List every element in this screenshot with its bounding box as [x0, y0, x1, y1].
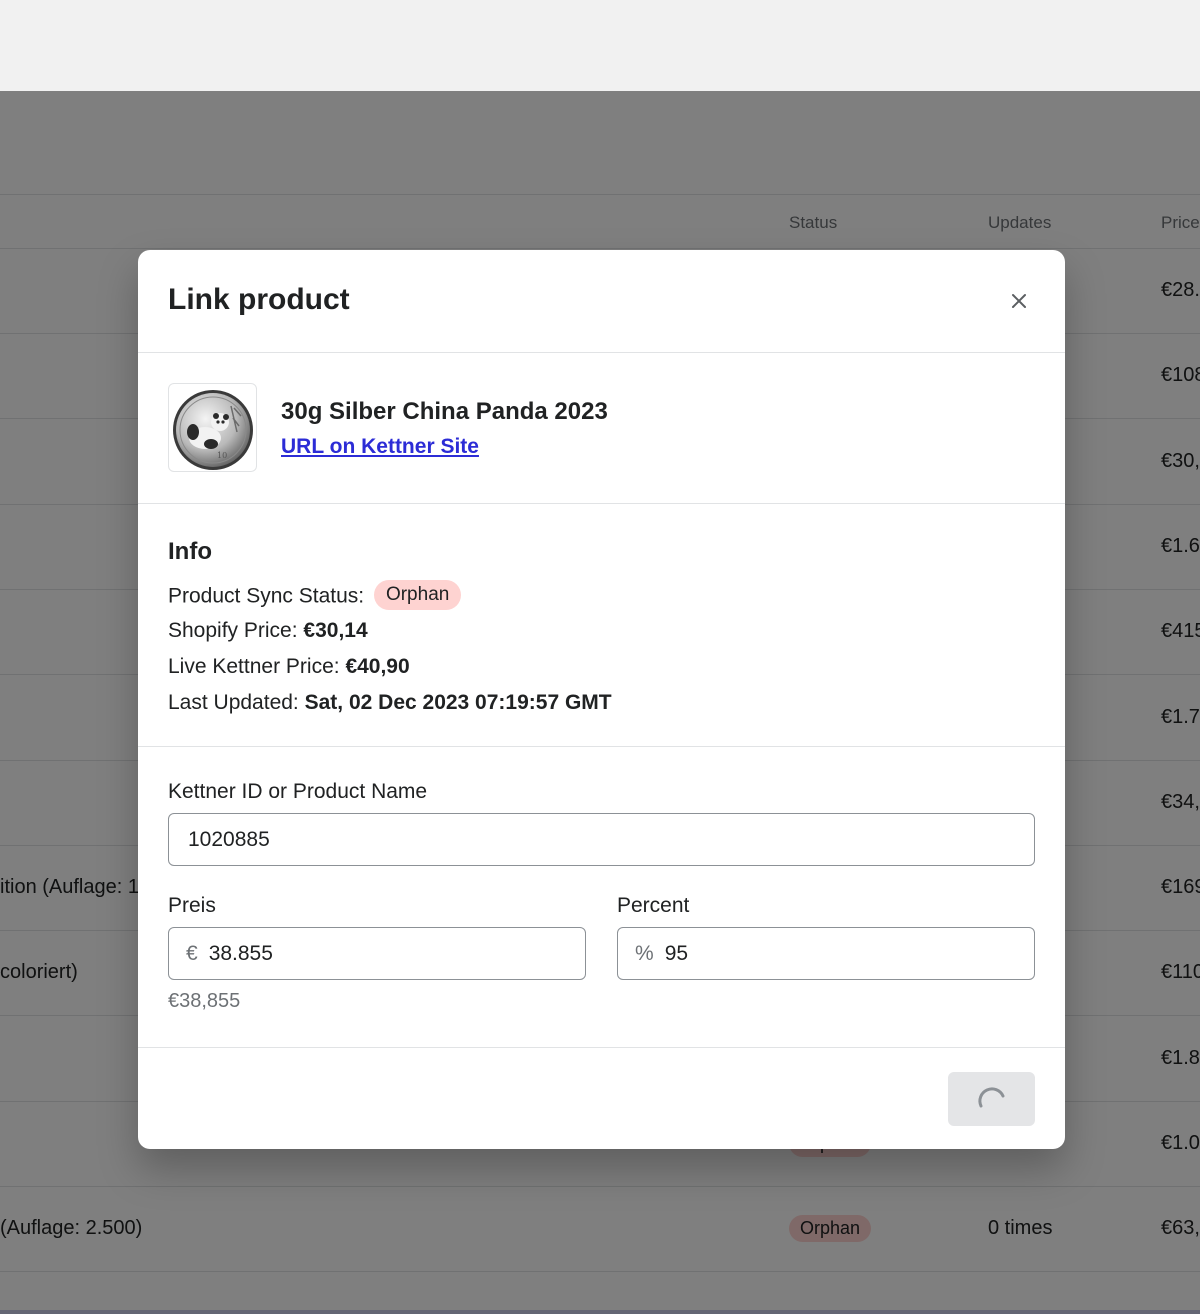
price-input[interactable]: € 38.855 — [168, 927, 586, 980]
product-summary: 10 30g Silber China Panda 2023 URL on Ke… — [138, 353, 1065, 504]
price-help-text: €38,855 — [168, 990, 241, 1012]
last-updated-value: Sat, 02 Dec 2023 07:19:57 GMT — [304, 691, 612, 714]
status-badge: Orphan — [373, 580, 462, 610]
info-heading: Info — [168, 538, 212, 565]
close-icon — [1012, 294, 1026, 308]
kettner-price-value: €40,90 — [345, 655, 410, 678]
submit-button-loading[interactable] — [948, 1072, 1035, 1126]
svg-text:10: 10 — [217, 451, 227, 460]
link-form: Kettner ID or Product Name 1020885 Preis… — [138, 747, 1065, 1048]
link-product-modal: Link product 10 30g Silber China Panda 2… — [138, 250, 1065, 1149]
shopify-price-label: Shopify Price: — [168, 619, 298, 642]
shopify-price-line: Shopify Price: €30,14 — [168, 619, 368, 643]
modal-footer — [138, 1048, 1065, 1148]
spinner-icon — [977, 1087, 1004, 1108]
kettner-price-label: Live Kettner Price: — [168, 655, 340, 678]
kettner-id-label: Kettner ID or Product Name — [168, 780, 428, 803]
price-label: Preis — [168, 894, 216, 917]
panda-coin-image: 10 — [172, 389, 253, 470]
product-name: 30g Silber China Panda 2023 — [281, 398, 608, 425]
modal-header: Link product — [138, 250, 1065, 353]
percent-input[interactable]: % 95 — [617, 927, 1035, 980]
kettner-id-input[interactable]: 1020885 — [168, 813, 1035, 866]
info-section: Info Product Sync Status: Orphan Shopify… — [138, 504, 1065, 747]
sync-status-line: Product Sync Status: Orphan — [168, 580, 462, 612]
percent-value: 95 — [664, 941, 689, 965]
product-thumbnail: 10 — [168, 383, 257, 472]
kettner-price-line: Live Kettner Price: €40,90 — [168, 655, 410, 679]
price-value: 38.855 — [208, 941, 273, 965]
percent-label: Percent — [617, 894, 690, 917]
last-updated-label: Last Updated: — [168, 691, 299, 714]
sync-status-label: Product Sync Status: — [168, 584, 365, 608]
last-updated-line: Last Updated: Sat, 02 Dec 2023 07:19:57 … — [168, 691, 612, 715]
close-button[interactable] — [1003, 285, 1035, 317]
modal-title: Link product — [168, 283, 350, 316]
euro-prefix: € — [186, 941, 198, 965]
kettner-url-link[interactable]: URL on Kettner Site — [281, 435, 479, 459]
percent-prefix: % — [635, 941, 654, 965]
shopify-price-value: €30,14 — [303, 619, 368, 642]
kettner-id-value: 1020885 — [188, 827, 270, 851]
